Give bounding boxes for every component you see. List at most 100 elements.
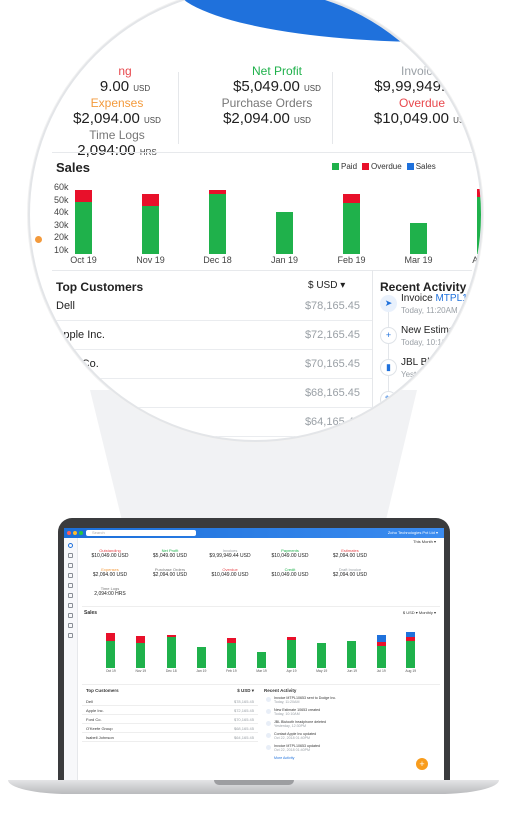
customer-row[interactable]: Dell $78,165.45 — [52, 292, 372, 321]
mini-kpi-card[interactable]: Credit $10,049.00 USD — [260, 567, 320, 581]
kpi-card[interactable]: Expenses $2,094.00 USD — [42, 96, 192, 127]
customer-row[interactable]: ohnson $64,165.45 — [52, 408, 372, 437]
mini-bar-month: Aug 19 — [405, 669, 417, 673]
mini-bar[interactable] — [317, 643, 327, 668]
mini-bar-group: Mar 19 — [256, 652, 267, 673]
mini-customer-row[interactable]: O'Keefe Group $68,165.45 — [82, 724, 258, 733]
mini-ra-title: Recent Activity — [264, 688, 297, 693]
bar-overdue[interactable] — [209, 190, 226, 195]
mini-bar[interactable] — [196, 646, 206, 668]
sales-icon[interactable] — [68, 573, 73, 578]
mini-customer-row[interactable]: Apple Inc. $72,165.45 — [82, 706, 258, 715]
kpi-card[interactable]: ng 9.00 USD — [50, 64, 200, 95]
banking-icon[interactable] — [68, 563, 73, 568]
mini-kpi-card[interactable]: Net Profit $5,049.00 USD — [140, 548, 200, 562]
mini-bar[interactable] — [136, 636, 146, 668]
activity-text[interactable]: Contac — [401, 389, 433, 400]
y-axis-tick: 50k — [54, 194, 69, 205]
mini-bar[interactable] — [226, 637, 236, 668]
mini-bar[interactable] — [406, 631, 416, 668]
mini-activity-item[interactable]: JBL Blutooth headphone deleted Yesterday,… — [264, 720, 440, 732]
kpi-card[interactable]: Time Logs2,094:00 HRS — [42, 128, 192, 159]
activity-text[interactable]: JBL Blutooth — [401, 357, 457, 368]
mini-kpi-card[interactable]: Time Logs 2,094:00 HRS — [80, 586, 140, 600]
settings-icon[interactable] — [68, 633, 73, 638]
mini-kpi-value: $2,094.00 USD — [152, 572, 188, 578]
bar-overdue[interactable] — [142, 194, 159, 206]
documents-icon[interactable] — [68, 623, 73, 628]
bar-paid[interactable] — [276, 212, 293, 254]
legend-item: Overdue — [362, 162, 402, 171]
more-activity-link[interactable]: More Activity — [264, 756, 440, 760]
activity-prefix: Contac — [401, 389, 433, 400]
bar-paid[interactable] — [142, 205, 159, 254]
kpi-card[interactable]: Overdue $10,049.00 USD — [347, 96, 481, 127]
customer-name: Apple Inc. — [56, 329, 105, 341]
mini-kpi-card[interactable]: Purchase Orders $2,094.00 USD — [140, 567, 200, 581]
mini-activity-item[interactable]: Contact Apple Inc updated Oct 22, 2018 01… — [264, 732, 440, 744]
customer-row[interactable]: Ford Co. $70,165.45 — [52, 350, 372, 379]
kpi-unit: USD — [294, 116, 311, 125]
mini-customer-row[interactable]: Isabell Johnson $64,165.45 — [82, 733, 258, 742]
mini-kpi-card[interactable]: Overdue $10,049.00 USD — [200, 567, 260, 581]
bar-overdue[interactable] — [343, 194, 360, 204]
mini-bar[interactable] — [376, 635, 386, 668]
mini-kpi-card[interactable] — [380, 548, 440, 562]
purchases-icon[interactable] — [68, 583, 73, 588]
add-button[interactable]: + — [416, 758, 428, 770]
mini-bar[interactable] — [106, 632, 116, 668]
mini-bar-month: Jun 19 — [346, 669, 358, 673]
period-select[interactable]: This Month ▾ — [413, 539, 436, 544]
mini-bar-overdue — [106, 632, 116, 641]
mini-kpi-card[interactable]: Outstanding $10,049.00 USD — [80, 548, 140, 562]
customer-row[interactable]: Apple Inc. $72,165.45 — [52, 321, 372, 350]
accountant-icon[interactable] — [68, 603, 73, 608]
mini-kpi-card[interactable]: Expenses $2,094.00 USD — [80, 567, 140, 581]
mini-customer-name: Isabell Johnson — [86, 735, 114, 740]
currency-select[interactable]: $ USD ▾ — [308, 280, 345, 291]
kpi-label: Net Profit — [251, 64, 302, 78]
x-axis-tick: Feb 19 — [337, 255, 366, 265]
mini-kpi-card[interactable]: Draft Invoice $2,094.00 USD — [320, 567, 380, 581]
mini-kpi-card[interactable]: Estimates $2,094.00 USD — [320, 548, 380, 562]
bar-overdue[interactable] — [75, 190, 92, 202]
kpi-card[interactable]: Invoices $9,99,949.44 U — [348, 64, 481, 95]
mini-kpi-card[interactable]: Invoices $9,99,949.44 USD — [200, 548, 260, 562]
timesheet-icon[interactable] — [68, 593, 73, 598]
mini-activity-item[interactable]: Invoice MTPL10653 updated Oct 22, 2018 01… — [264, 744, 440, 756]
activity-link[interactable]: 10 — [465, 325, 476, 336]
mini-bar-group: Jul 19 — [377, 635, 386, 673]
mini-sales-controls[interactable]: $ USD ▾ Monthly ▾ — [403, 610, 436, 615]
mini-bar[interactable] — [347, 640, 357, 668]
mini-bar-paid — [196, 646, 206, 668]
mini-customer-name: O'Keefe Group — [86, 726, 113, 731]
plus-icon: + — [380, 327, 397, 344]
mini-bar-group: Aug 19 — [405, 631, 417, 673]
mini-tc-currency[interactable]: $ USD ▾ — [237, 688, 254, 694]
mini-kpi-card[interactable] — [380, 567, 440, 581]
bar-paid[interactable] — [343, 203, 360, 254]
search-input[interactable]: Search — [86, 530, 196, 536]
bar-paid[interactable] — [75, 202, 92, 254]
items-icon[interactable] — [68, 553, 73, 558]
home-icon[interactable] — [68, 543, 73, 548]
org-switcher[interactable]: Zoho Technologies Pvt Ltd ▾ — [388, 530, 438, 535]
mini-customer-row[interactable]: Dell $78,165.45 — [82, 697, 258, 706]
bar-paid[interactable] — [209, 194, 226, 254]
kpi-card[interactable]: Purchase Orders $2,094.00 USD — [192, 96, 342, 127]
mini-bar[interactable] — [257, 652, 267, 668]
activity-text[interactable]: Invoice MTPL10653 — [401, 293, 481, 304]
mini-bar[interactable] — [286, 636, 296, 668]
activity-link[interactable]: MTPL10653 — [435, 293, 481, 304]
mini-activity-item[interactable]: New Estimate 10653 created Today, 10:10AM — [264, 708, 440, 720]
kpi-card[interactable]: Net Profit $5,049.00 USD — [202, 64, 352, 95]
mini-bar[interactable] — [166, 634, 176, 668]
reports-icon[interactable] — [68, 613, 73, 618]
bar-paid[interactable] — [410, 222, 427, 254]
mini-activity-item[interactable]: Invoice MTPL10653 sent to Dodge Inc. Toda… — [264, 696, 440, 708]
mini-customer-row[interactable]: Ford Co. $70,165.45 — [82, 715, 258, 724]
customer-amount: $72,165.45 — [304, 329, 360, 341]
customer-row[interactable]: eefe Group $68,165.45 — [52, 379, 372, 408]
mini-kpi-card[interactable]: Payments $10,049.00 USD — [260, 548, 320, 562]
activity-text[interactable]: New Estimate 10 — [401, 325, 477, 336]
